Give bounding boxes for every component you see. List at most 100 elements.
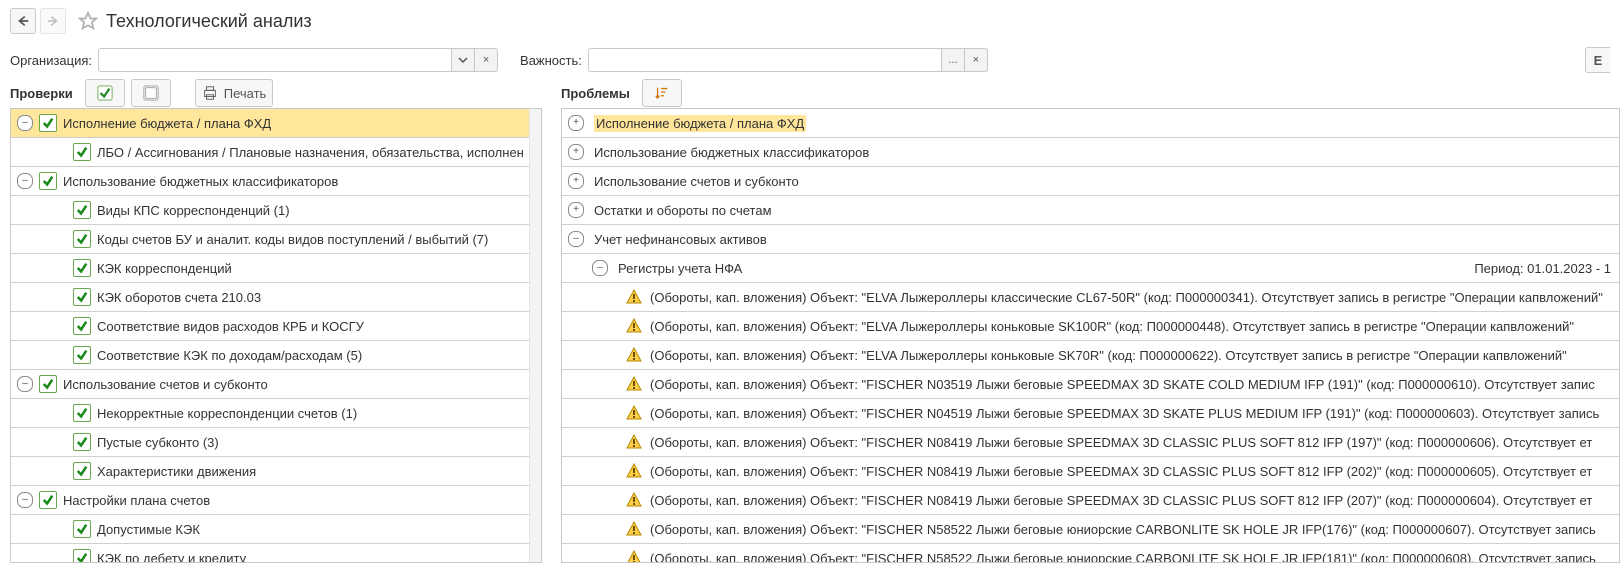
favorite-icon[interactable]	[76, 9, 100, 33]
tree-toggle-icon[interactable]: –	[17, 492, 33, 508]
problems-list[interactable]: +Исполнение бюджета / плана ФХД+Использо…	[562, 109, 1619, 562]
tree-checkbox[interactable]	[73, 143, 91, 161]
tree-row[interactable]: КЭК оборотов счета 210.03	[11, 283, 541, 312]
checks-tree[interactable]: –Исполнение бюджета / плана ФХДЛБО / Асс…	[11, 109, 541, 562]
tree-item-label: КЭК корреспонденций	[97, 261, 232, 276]
tree-row[interactable]: – Настройки плана счетов	[11, 486, 541, 515]
group-toggle-icon[interactable]: +	[568, 202, 584, 218]
problem-item-row[interactable]: (Обороты, кап. вложения) Объект: "FISCHE…	[562, 399, 1619, 428]
problem-group-row[interactable]: –Учет нефинансовых активов	[562, 225, 1619, 254]
tree-checkbox[interactable]	[39, 114, 57, 132]
problem-item-row[interactable]: (Обороты, кап. вложения) Объект: "ELVA Л…	[562, 312, 1619, 341]
warning-icon	[626, 318, 642, 334]
tree-scrollbar[interactable]	[529, 109, 541, 562]
nav-forward-button[interactable]	[40, 8, 66, 34]
tree-toggle-icon[interactable]: –	[17, 173, 33, 189]
tree-row[interactable]: Некорректные корреспонденции счетов (1)	[11, 399, 541, 428]
organization-input[interactable]	[98, 48, 451, 72]
problem-item-row[interactable]: (Обороты, кап. вложения) Объект: "FISCHE…	[562, 544, 1619, 563]
problems-sort-button[interactable]	[642, 79, 682, 107]
organization-dropdown-button[interactable]	[451, 48, 475, 72]
check-all-button[interactable]	[85, 79, 125, 107]
group-toggle-icon[interactable]: +	[568, 115, 584, 131]
problem-group-row[interactable]: +Использование бюджетных классификаторов	[562, 138, 1619, 167]
tree-row[interactable]: ЛБО / Ассигнования / Плановые назначения…	[11, 138, 541, 167]
tree-row[interactable]: Виды КПС корреспонденций (1)	[11, 196, 541, 225]
problem-period-label: Период: 01.01.2023 - 1	[1474, 261, 1619, 276]
tree-checkbox[interactable]	[73, 201, 91, 219]
warning-icon	[626, 434, 642, 450]
tree-row[interactable]: Допустимые КЭК	[11, 515, 541, 544]
problem-group-label: Регистры учета НФА	[618, 261, 742, 276]
tree-toggle-placeholder	[53, 435, 67, 449]
problem-item-text: (Обороты, кап. вложения) Объект: "FISCHE…	[650, 377, 1595, 392]
tree-toggle-icon[interactable]: –	[17, 376, 33, 392]
problem-item-row[interactable]: (Обороты, кап. вложения) Объект: "ELVA Л…	[562, 341, 1619, 370]
tree-item-label: Настройки плана счетов	[63, 493, 210, 508]
problem-group-row[interactable]: –Регистры учета НФА Период: 01.01.2023 - …	[562, 254, 1619, 283]
problem-item-row[interactable]: (Обороты, кап. вложения) Объект: "FISCHE…	[562, 486, 1619, 515]
nav-back-button[interactable]	[10, 8, 36, 34]
tree-row[interactable]: Соответствие КЭК по доходам/расходам (5)	[11, 341, 541, 370]
tree-row[interactable]: –Использование счетов и субконто	[11, 370, 541, 399]
tree-checkbox[interactable]	[73, 230, 91, 248]
tree-toggle-icon[interactable]: –	[17, 115, 33, 131]
group-toggle-icon[interactable]: +	[568, 173, 584, 189]
tree-row[interactable]: Соответствие видов расходов КРБ и КОСГУ	[11, 312, 541, 341]
title-bar: Технологический анализ	[0, 0, 1620, 42]
group-toggle-icon[interactable]: –	[568, 231, 584, 247]
problem-item-row[interactable]: (Обороты, кап. вложения) Объект: "FISCHE…	[562, 370, 1619, 399]
tree-item-label: КЭК по дебету и кредиту	[97, 551, 246, 563]
problem-item-row[interactable]: (Обороты, кап. вложения) Объект: "FISCHE…	[562, 457, 1619, 486]
tree-row[interactable]: –Исполнение бюджета / плана ФХД	[11, 109, 541, 138]
tree-checkbox[interactable]	[73, 433, 91, 451]
tree-row[interactable]: Пустые субконто (3)	[11, 428, 541, 457]
tree-row[interactable]: Коды счетов БУ и аналит. коды видов пост…	[11, 225, 541, 254]
problem-item-text: (Обороты, кап. вложения) Объект: "FISCHE…	[650, 435, 1592, 450]
tree-item-label: Виды КПС корреспонденций (1)	[97, 203, 290, 218]
tree-checkbox[interactable]	[73, 317, 91, 335]
warning-icon	[626, 492, 642, 508]
problem-item-text: (Обороты, кап. вложения) Объект: "FISCHE…	[650, 493, 1592, 508]
tree-checkbox[interactable]	[73, 520, 91, 538]
importance-combo[interactable]: ... ×	[588, 48, 988, 72]
tree-toggle-placeholder	[53, 145, 67, 159]
tree-row[interactable]: КЭК корреспонденций	[11, 254, 541, 283]
filter-right-button[interactable]: Е	[1585, 47, 1610, 73]
group-toggle-icon[interactable]: +	[568, 144, 584, 160]
uncheck-all-button[interactable]	[131, 79, 171, 107]
problem-group-label: Исполнение бюджета / плана ФХД	[594, 115, 806, 132]
tree-row[interactable]: Характеристики движения	[11, 457, 541, 486]
tree-checkbox[interactable]	[73, 462, 91, 480]
tree-checkbox[interactable]	[73, 549, 91, 562]
organization-combo[interactable]: ×	[98, 48, 498, 72]
tree-checkbox[interactable]	[39, 172, 57, 190]
print-button[interactable]: Печать	[195, 79, 274, 107]
tree-toggle-placeholder	[53, 319, 67, 333]
importance-ellipsis-button[interactable]: ...	[941, 48, 965, 72]
tree-row[interactable]: КЭК по дебету и кредиту	[11, 544, 541, 562]
tree-checkbox[interactable]	[73, 288, 91, 306]
problem-item-row[interactable]: (Обороты, кап. вложения) Объект: "FISCHE…	[562, 428, 1619, 457]
organization-clear-button[interactable]: ×	[475, 48, 498, 72]
problem-group-row[interactable]: + Использование счетов и субконто	[562, 167, 1619, 196]
problem-group-row[interactable]: + Исполнение бюджета / плана ФХД	[562, 109, 1619, 138]
problem-group-row[interactable]: +Остатки и обороты по счетам	[562, 196, 1619, 225]
problem-group-label: Использование счетов и субконто	[594, 174, 799, 189]
tree-row[interactable]: –Использование бюджетных классификаторов	[11, 167, 541, 196]
tree-toggle-placeholder	[53, 406, 67, 420]
importance-clear-button[interactable]: ×	[965, 48, 988, 72]
tree-checkbox[interactable]	[73, 346, 91, 364]
tree-checkbox[interactable]	[73, 404, 91, 422]
problem-item-text: (Обороты, кап. вложения) Объект: "FISCHE…	[650, 522, 1596, 537]
problem-group-label: Учет нефинансовых активов	[594, 232, 767, 247]
tree-checkbox[interactable]	[73, 259, 91, 277]
tree-toggle-placeholder	[53, 464, 67, 478]
problem-item-row[interactable]: (Обороты, кап. вложения) Объект: "ELVA Л…	[562, 283, 1619, 312]
group-toggle-icon[interactable]: –	[592, 260, 608, 276]
tree-checkbox[interactable]	[39, 491, 57, 509]
problem-item-row[interactable]: (Обороты, кап. вложения) Объект: "FISCHE…	[562, 515, 1619, 544]
tree-checkbox[interactable]	[39, 375, 57, 393]
problem-item-text: (Обороты, кап. вложения) Объект: "ELVA Л…	[650, 290, 1603, 305]
importance-input[interactable]	[588, 48, 941, 72]
